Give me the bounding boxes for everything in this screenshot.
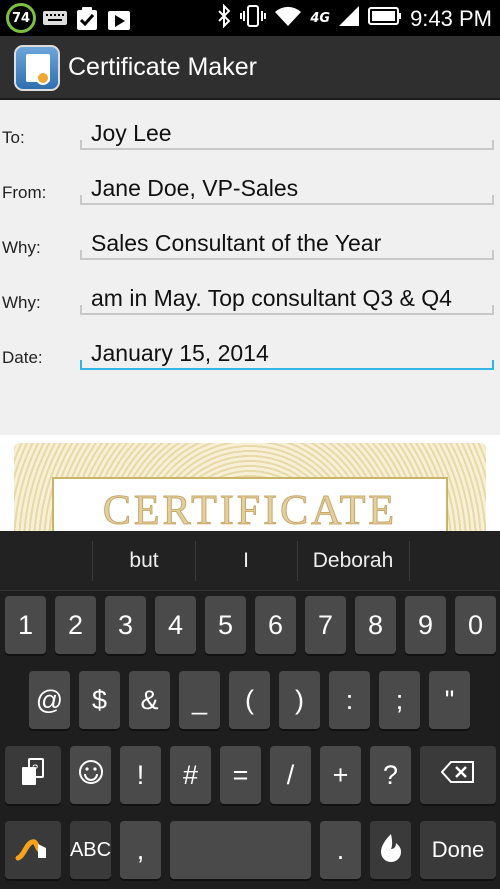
- date-value: January 15, 2014: [91, 340, 269, 366]
- why-field-2[interactable]: am in May. Top consultant Q3 & Q4: [80, 275, 494, 315]
- key-2[interactable]: 2: [55, 596, 96, 654]
- suggestion-2[interactable]: I: [195, 549, 297, 573]
- key-backspace[interactable]: [420, 746, 496, 804]
- system-icons: 4G 9:43 PM: [216, 3, 492, 33]
- play-store-icon: [106, 7, 132, 30]
- key-9[interactable]: 9: [405, 596, 446, 654]
- dragon-voice-icon: [378, 832, 404, 869]
- notification-icons: 74: [6, 3, 132, 33]
- app-certificate-icon[interactable]: [14, 45, 60, 91]
- key-more-symbols[interactable]: ?: [5, 746, 61, 804]
- status-bar: 74 4G 9:43 PM: [0, 0, 500, 36]
- suggestion-1[interactable]: but: [92, 549, 196, 573]
- key-open-paren[interactable]: (: [229, 671, 270, 729]
- key-7[interactable]: 7: [305, 596, 346, 654]
- clock: 9:43 PM: [410, 5, 492, 31]
- network-4g-icon: 4G: [310, 11, 331, 26]
- key-underscore[interactable]: _: [179, 671, 220, 729]
- key-swype[interactable]: [5, 821, 61, 879]
- key-abc[interactable]: ABC: [70, 821, 111, 879]
- date-label: Date:: [2, 348, 43, 367]
- date-row: Date: January 15, 2014: [0, 326, 500, 374]
- key-emoji[interactable]: [70, 746, 111, 804]
- to-row: To: Joy Lee: [0, 106, 500, 154]
- certificate-preview[interactable]: CERTIFICATE: [0, 435, 500, 531]
- key-plus[interactable]: +: [320, 746, 361, 804]
- suggestion-strip: but I Deborah: [0, 531, 500, 591]
- key-quote[interactable]: ": [429, 671, 470, 729]
- key-space[interactable]: [170, 821, 311, 879]
- action-bar: Certificate Maker: [0, 36, 500, 100]
- key-hash[interactable]: #: [170, 746, 211, 804]
- vibrate-icon: [240, 4, 267, 33]
- backspace-icon: [440, 760, 475, 791]
- keyboard-icon: [42, 7, 68, 29]
- to-field[interactable]: Joy Lee: [80, 110, 494, 150]
- key-dragon-voice[interactable]: [370, 821, 411, 879]
- key-ampersand[interactable]: &: [129, 671, 170, 729]
- key-close-paren[interactable]: ): [279, 671, 320, 729]
- battery-icon: [368, 6, 402, 31]
- key-at[interactable]: @: [29, 671, 70, 729]
- from-label: From:: [2, 183, 47, 202]
- why-value-1: Sales Consultant of the Year: [91, 230, 382, 256]
- key-semicolon[interactable]: ;: [379, 671, 420, 729]
- key-8[interactable]: 8: [355, 596, 396, 654]
- suggestion-3[interactable]: Deborah: [297, 549, 409, 573]
- why-label-1: Why:: [2, 238, 41, 257]
- why-label-2: Why:: [2, 293, 41, 312]
- key-comma[interactable]: ,: [120, 821, 161, 879]
- svg-text:?: ?: [32, 763, 38, 775]
- key-5[interactable]: 5: [205, 596, 246, 654]
- to-label: To:: [2, 128, 25, 147]
- from-row: From: Jane Doe, VP-Sales: [0, 161, 500, 209]
- smiley-icon: [78, 759, 104, 792]
- key-exclamation[interactable]: !: [120, 746, 161, 804]
- soft-keyboard: but I Deborah 1 2 3 4 5 6 7 8 9 0 @ $ & …: [0, 531, 500, 889]
- key-6[interactable]: 6: [255, 596, 296, 654]
- from-value: Jane Doe, VP-Sales: [91, 175, 299, 201]
- key-question[interactable]: ?: [370, 746, 411, 804]
- certificate-form: To: Joy Lee From: Jane Doe, VP-Sales Why…: [0, 100, 500, 435]
- key-dollar[interactable]: $: [79, 671, 120, 729]
- wifi-icon: [274, 5, 302, 32]
- why-row-2: Why: am in May. Top consultant Q3 & Q4: [0, 271, 500, 319]
- certificate-title: CERTIFICATE: [102, 488, 398, 532]
- key-0[interactable]: 0: [455, 596, 496, 654]
- key-4[interactable]: 4: [155, 596, 196, 654]
- date-field[interactable]: January 15, 2014: [80, 330, 494, 370]
- to-value: Joy Lee: [91, 120, 172, 146]
- bluetooth-icon: [216, 3, 232, 33]
- more-symbols-icon: ?: [20, 757, 46, 794]
- why-value-2: am in May. Top consultant Q3 & Q4: [91, 285, 452, 311]
- key-slash[interactable]: /: [270, 746, 311, 804]
- why-row-1: Why: Sales Consultant of the Year: [0, 216, 500, 264]
- battery-saver-badge: 74: [6, 3, 36, 33]
- key-colon[interactable]: :: [329, 671, 370, 729]
- checklist-icon: [74, 7, 100, 30]
- signal-icon: [338, 5, 360, 32]
- key-equals[interactable]: =: [220, 746, 261, 804]
- key-3[interactable]: 3: [105, 596, 146, 654]
- app-title: Certificate Maker: [68, 53, 257, 81]
- why-field-1[interactable]: Sales Consultant of the Year: [80, 220, 494, 260]
- swype-icon: [14, 830, 52, 871]
- from-field[interactable]: Jane Doe, VP-Sales: [80, 165, 494, 205]
- done-button[interactable]: Done: [420, 821, 496, 879]
- key-1[interactable]: 1: [5, 596, 46, 654]
- key-period[interactable]: .: [320, 821, 361, 879]
